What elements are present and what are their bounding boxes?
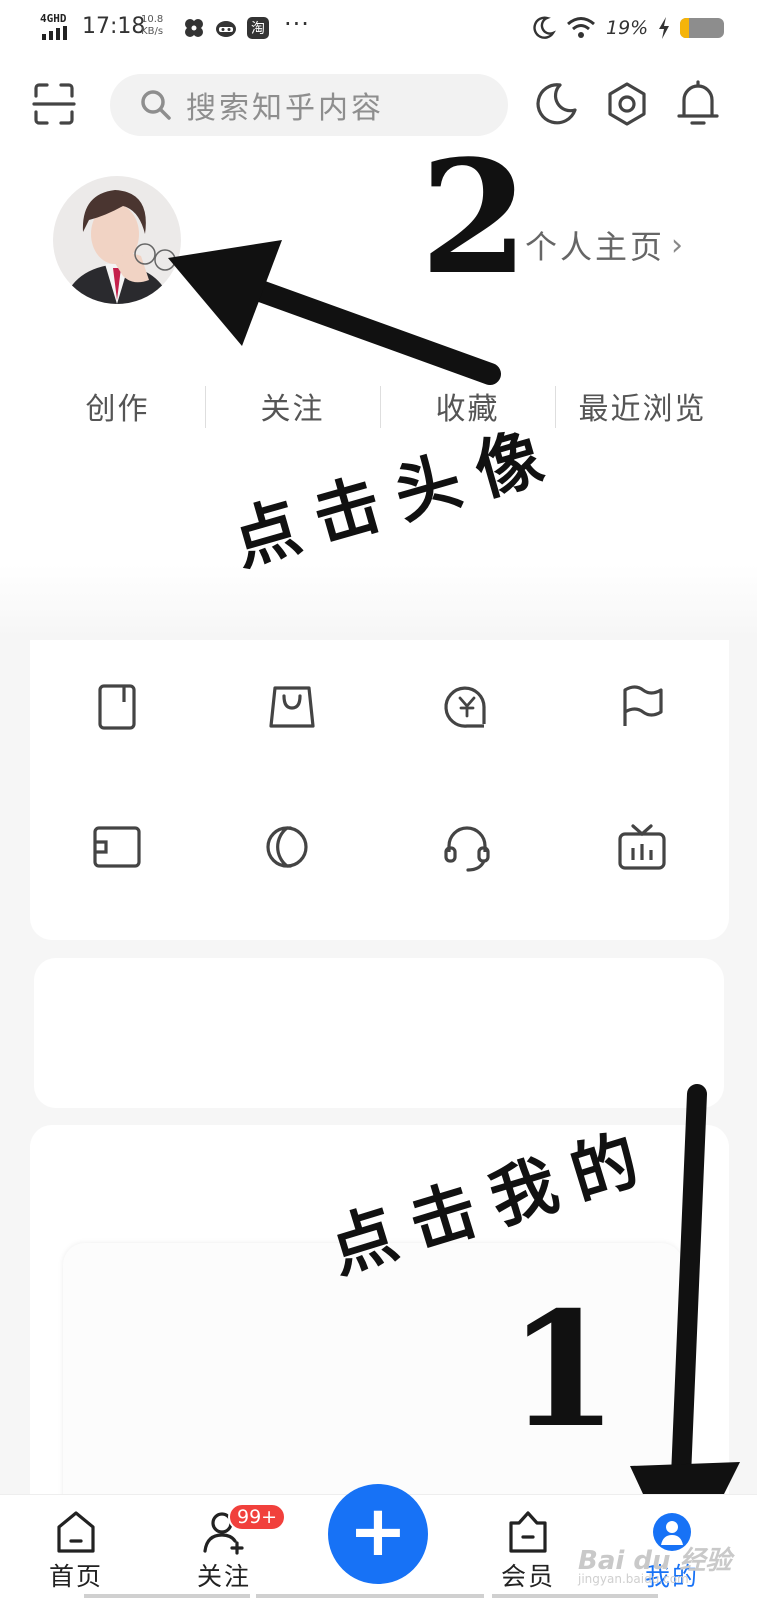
status-bar: 4GHD 17:18 10.8 KB/s 淘 ··· 19% <box>0 0 757 58</box>
shopping-bag-icon <box>269 686 315 728</box>
tab-home-label: 首页 <box>48 1562 103 1591</box>
flag-icon <box>623 685 663 726</box>
battery-percent: 19% <box>606 17 649 39</box>
quick-links: 创作 关注 收藏 最近浏览 <box>30 376 730 436</box>
wifi-icon <box>567 17 595 38</box>
tv-icon <box>618 824 666 870</box>
tab-vip-label: 会员 <box>500 1562 555 1591</box>
step-1-number: 1 <box>508 1278 618 1463</box>
taobao-icon: 淘 <box>247 17 269 39</box>
quick-link-recent[interactable]: 最近浏览 <box>555 376 730 436</box>
network-speed: 10.8 KB/s <box>141 14 164 37</box>
avatar-image <box>53 176 181 304</box>
tool-card[interactable] <box>30 820 205 874</box>
tools-card <box>30 640 729 940</box>
homepage-label: 个人主页 <box>525 228 666 266</box>
tool-support[interactable] <box>380 820 555 874</box>
yuan-coin-icon <box>444 686 486 728</box>
empty-card <box>34 958 724 1108</box>
tab-vip[interactable]: 会员 <box>478 1509 578 1593</box>
leaf-icon <box>266 826 308 868</box>
headset-icon <box>444 826 490 872</box>
add-content-button[interactable]: + <box>328 1484 428 1584</box>
charging-icon <box>659 17 670 39</box>
quick-link-following[interactable]: 关注 <box>205 376 380 436</box>
home-indicator-center <box>256 1594 484 1598</box>
tool-wallet[interactable] <box>380 680 555 734</box>
vip-icon <box>509 1511 547 1553</box>
card-icon <box>93 826 141 868</box>
cat-app-icon <box>216 21 236 37</box>
home-indicator-right <box>492 1594 658 1598</box>
tab-home[interactable]: 首页 <box>26 1509 126 1593</box>
scan-icon[interactable] <box>32 82 76 126</box>
top-header: 搜索知乎内容 <box>0 58 757 148</box>
settings-icon[interactable] <box>603 80 651 128</box>
svg-text:淘: 淘 <box>251 21 265 37</box>
tool-shop[interactable] <box>205 680 380 734</box>
bell-icon[interactable] <box>674 78 722 128</box>
home-icon <box>57 1511 95 1553</box>
book-icon <box>98 684 136 730</box>
plus-icon: + <box>348 1490 408 1572</box>
step-2-number: 2 <box>420 126 529 309</box>
clock: 17:18 <box>82 14 146 39</box>
tool-live[interactable] <box>554 820 729 874</box>
notification-badge: 99+ <box>228 1503 287 1531</box>
homepage-link[interactable]: 个人主页 › <box>525 222 686 268</box>
notification-icons: 淘 <box>182 16 270 40</box>
search-icon <box>141 90 171 120</box>
status-right: 19% <box>530 14 725 42</box>
moon-icon <box>533 16 556 39</box>
quick-link-create[interactable]: 创作 <box>30 376 205 436</box>
avatar[interactable] <box>53 176 181 304</box>
tool-flag[interactable] <box>554 680 729 734</box>
tool-book[interactable] <box>30 680 205 734</box>
network-type: 4GHD <box>40 12 67 25</box>
fan-icon <box>185 19 203 37</box>
tool-leaf[interactable] <box>205 820 380 874</box>
home-indicator-left <box>84 1594 250 1598</box>
more-notifications: ··· <box>284 10 310 38</box>
search-placeholder: 搜索知乎内容 <box>186 91 384 126</box>
tab-follow-label: 关注 <box>196 1562 251 1591</box>
baidu-watermark-url: jingyan.baidu.com <box>578 1572 689 1586</box>
chevron-right-icon: › <box>671 227 687 263</box>
theme-moon-icon[interactable] <box>532 80 580 128</box>
profile-section: 个人主页 › 创作 关注 收藏 最近浏览 <box>0 148 757 638</box>
tab-follow[interactable]: 关注 99+ <box>174 1503 287 1593</box>
signal-icon <box>42 26 67 40</box>
battery-icon <box>680 18 725 38</box>
